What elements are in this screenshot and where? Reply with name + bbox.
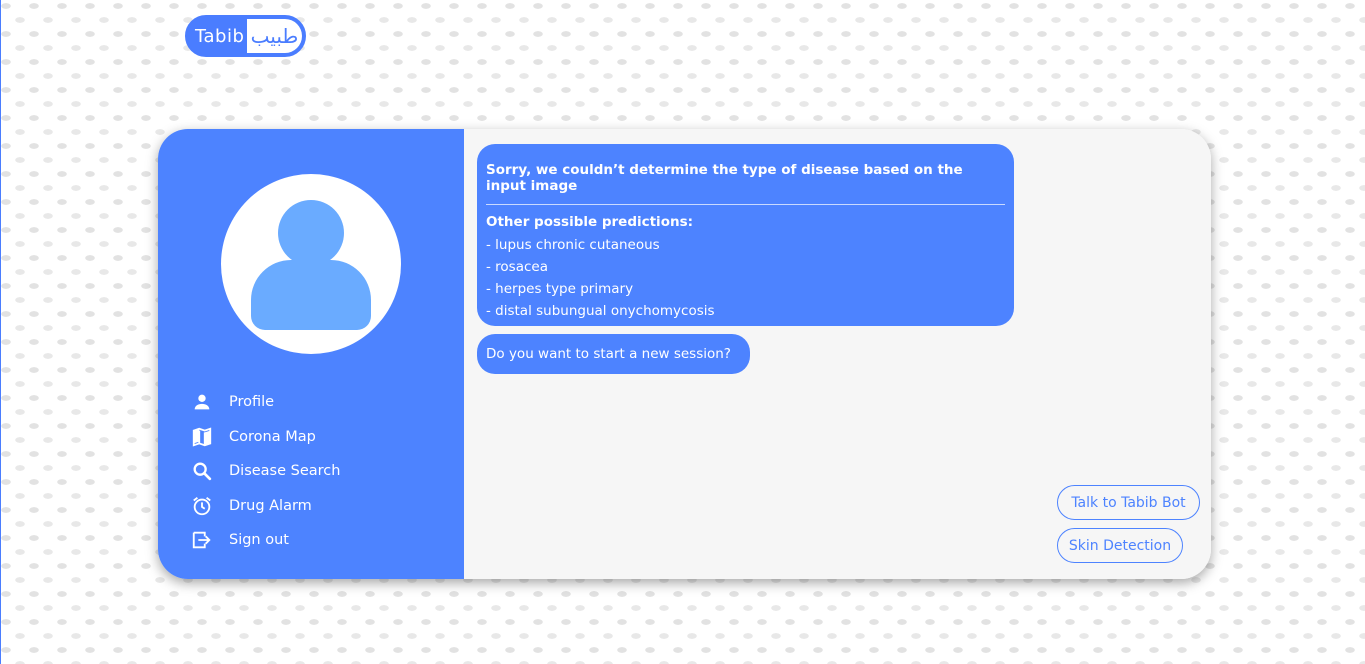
tabib-logo[interactable]: Tabib طبيب — [185, 15, 306, 57]
sidebar-nav: Profile Corona Map Disease Search Drug A… — [190, 385, 340, 558]
sign-out-icon — [190, 528, 214, 552]
avatar-head-shape — [278, 200, 344, 266]
search-icon — [190, 459, 214, 483]
person-icon — [190, 390, 214, 414]
avatar — [221, 174, 401, 354]
sidebar-item-label: Drug Alarm — [229, 497, 312, 514]
sidebar-item-label: Sign out — [229, 532, 289, 549]
main-card: Profile Corona Map Disease Search Drug A… — [158, 129, 1211, 579]
sidebar-item-label: Corona Map — [229, 428, 316, 445]
sidebar-item-label: Profile — [229, 394, 275, 411]
sidebar-item-disease-search[interactable]: Disease Search — [190, 454, 340, 489]
prediction-item: - distal subungual onychomycosis — [486, 303, 715, 319]
logo-arabic-text: طبيب — [247, 19, 302, 53]
message-title: Sorry, we couldn’t determine the type of… — [486, 162, 1005, 205]
prediction-item: - rosacea — [486, 259, 548, 275]
map-icon — [190, 425, 214, 449]
chat-panel: Sorry, we couldn’t determine the type of… — [464, 129, 1211, 579]
prediction-item: - lupus chronic cutaneous — [486, 237, 660, 253]
avatar-body-shape — [251, 260, 371, 330]
sidebar: Profile Corona Map Disease Search Drug A… — [158, 129, 464, 579]
sidebar-item-label: Disease Search — [229, 463, 341, 480]
bot-message-prediction: Sorry, we couldn’t determine the type of… — [477, 144, 1014, 326]
sidebar-item-sign-out[interactable]: Sign out — [190, 523, 340, 558]
skin-detection-button[interactable]: Skin Detection — [1057, 528, 1183, 563]
bot-message-new-session: Do you want to start a new session? — [477, 334, 750, 374]
sidebar-item-profile[interactable]: Profile — [190, 385, 340, 420]
sidebar-item-drug-alarm[interactable]: Drug Alarm — [190, 489, 340, 524]
message-subtitle: Other possible predictions: — [486, 214, 694, 230]
prediction-item: - herpes type primary — [486, 281, 634, 297]
alarm-icon — [190, 494, 214, 518]
talk-to-bot-button[interactable]: Talk to Tabib Bot — [1057, 485, 1200, 520]
logo-english-text: Tabib — [195, 25, 245, 47]
sidebar-item-corona-map[interactable]: Corona Map — [190, 420, 340, 455]
